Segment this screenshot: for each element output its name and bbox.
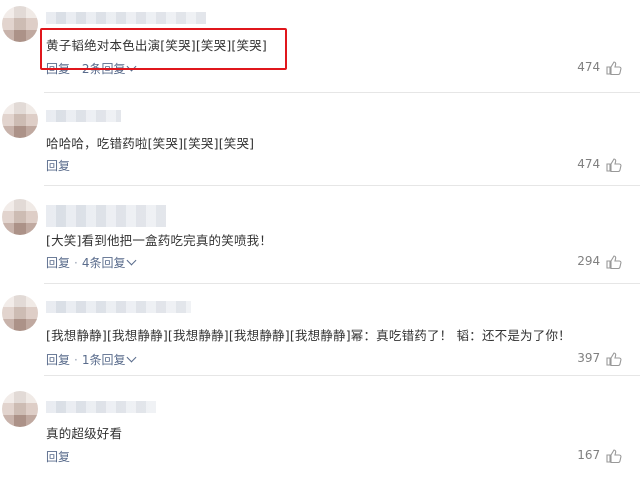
comment-text: [大笑]看到他把一盒药吃完真的笑喷我！ bbox=[46, 233, 273, 248]
comment-item: [大笑]看到他把一盒药吃完真的笑喷我！ 回复 · 4条回复 294 bbox=[0, 187, 640, 287]
comment-text: 哈哈哈，吃错药啦[笑哭][笑哭][笑哭] bbox=[46, 136, 255, 151]
username-blurred[interactable] bbox=[46, 110, 121, 122]
reply-row: 回复 · 4条回复 bbox=[46, 254, 137, 271]
reply-button[interactable]: 回复 bbox=[46, 159, 70, 173]
like-button[interactable]: 167 bbox=[577, 448, 622, 463]
like-button[interactable]: 474 bbox=[577, 60, 622, 75]
thumbs-up-icon[interactable] bbox=[606, 60, 622, 75]
like-button[interactable]: 474 bbox=[577, 157, 622, 172]
chevron-down-icon[interactable] bbox=[127, 255, 137, 266]
comment-item: [我想静静][我想静静][我想静静][我想静静][我想静静]幂：真吃错药了！ 韬… bbox=[0, 285, 640, 375]
avatar[interactable] bbox=[2, 6, 38, 42]
divider bbox=[44, 375, 640, 376]
like-button[interactable]: 397 bbox=[577, 351, 622, 366]
divider bbox=[44, 185, 640, 186]
reply-separator: · bbox=[74, 353, 78, 367]
like-count: 474 bbox=[577, 60, 601, 74]
divider bbox=[44, 283, 640, 284]
reply-row: 回复 · 1条回复 bbox=[46, 351, 137, 368]
like-count: 294 bbox=[577, 254, 601, 268]
divider bbox=[44, 92, 640, 93]
reply-button[interactable]: 回复 bbox=[46, 353, 70, 367]
view-replies-link[interactable]: 4条回复 bbox=[82, 256, 126, 270]
username-blurred[interactable] bbox=[46, 401, 156, 413]
thumbs-up-icon[interactable] bbox=[606, 448, 622, 463]
thumbs-up-icon[interactable] bbox=[606, 157, 622, 172]
thumbs-up-icon[interactable] bbox=[606, 351, 622, 366]
comment-item: 哈哈哈，吃错药啦[笑哭][笑哭][笑哭] 回复 474 bbox=[0, 94, 640, 184]
reply-row: 回复 bbox=[46, 448, 70, 465]
like-count: 474 bbox=[577, 157, 601, 171]
username-blurred[interactable] bbox=[46, 12, 206, 24]
avatar[interactable] bbox=[2, 102, 38, 138]
comment-text: [我想静静][我想静静][我想静静][我想静静][我想静静]幂：真吃错药了！ 韬… bbox=[46, 328, 571, 343]
reply-row: 回复 bbox=[46, 157, 70, 174]
avatar[interactable] bbox=[2, 295, 38, 331]
chevron-down-icon[interactable] bbox=[127, 352, 137, 363]
highlight-box bbox=[40, 28, 287, 70]
avatar[interactable] bbox=[2, 199, 38, 235]
username-blurred[interactable] bbox=[46, 205, 166, 227]
reply-button[interactable]: 回复 bbox=[46, 256, 70, 270]
reply-separator: · bbox=[74, 256, 78, 270]
like-count: 167 bbox=[577, 448, 601, 462]
thumbs-up-icon[interactable] bbox=[606, 254, 622, 269]
view-replies-link[interactable]: 1条回复 bbox=[82, 353, 126, 367]
like-button[interactable]: 294 bbox=[577, 254, 622, 269]
comment-item: 黄子韬绝对本色出演[笑哭][笑哭][笑哭] 回复 · 2条回复 474 bbox=[0, 0, 640, 90]
username-blurred[interactable] bbox=[46, 301, 191, 313]
comment-text: 真的超级好看 bbox=[46, 426, 123, 441]
reply-button[interactable]: 回复 bbox=[46, 450, 70, 464]
like-count: 397 bbox=[577, 351, 601, 365]
avatar[interactable] bbox=[2, 391, 38, 427]
comment-item: 真的超级好看 回复 167 bbox=[0, 377, 640, 477]
